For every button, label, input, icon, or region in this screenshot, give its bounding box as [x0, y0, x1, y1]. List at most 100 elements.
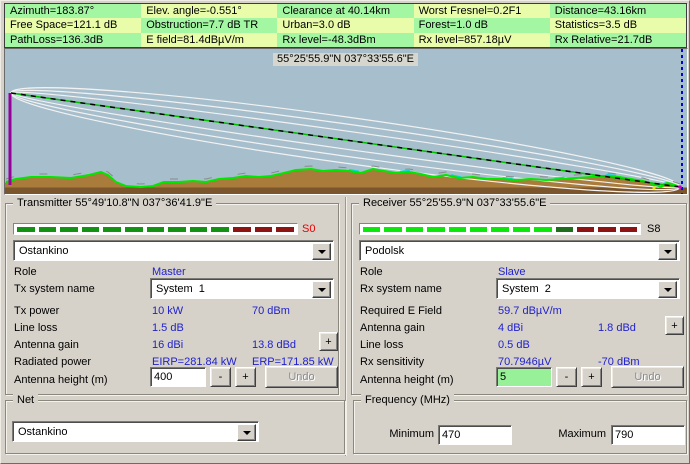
tx-station-value: Ostankino: [19, 245, 69, 257]
rx-sensitivity-label: Rx sensitivity: [360, 356, 424, 369]
chevron-down-icon: [664, 288, 672, 296]
meter-segment: [577, 227, 594, 232]
frequency-max-label: Maximum: [556, 428, 606, 441]
header-cell: Elev. angle=-0.551°: [141, 4, 277, 18]
meter-segment: [168, 227, 186, 232]
tx-lineloss-label: Line loss: [14, 322, 57, 335]
rx-gain-label: Antenna gain: [360, 322, 425, 335]
tx-role-label: Role: [14, 266, 37, 279]
tx-lineloss-value: 1.5 dB: [152, 322, 184, 335]
header-cell: Clearance at 40.14km: [277, 4, 413, 18]
meter-segment: [620, 227, 637, 232]
rx-antenna-pattern-button[interactable]: +: [665, 316, 684, 335]
tx-system-combobox[interactable]: System 1: [150, 278, 334, 299]
marker-yellow-dot: [652, 186, 655, 189]
tx-system-value: System 1: [156, 283, 205, 295]
header-cell: Statistics=3.5 dB: [550, 18, 686, 32]
rx-required-field-label: Required E Field: [360, 305, 442, 318]
rx-gain-dbd: 1.8 dBd: [598, 322, 636, 335]
profile-canvas: [5, 49, 687, 194]
tx-s-unit-label: S0: [302, 223, 315, 235]
tx-height-decrease-button[interactable]: -: [210, 367, 231, 387]
header-cell: Rx level=857.18µV: [414, 33, 550, 47]
tx-undo-button[interactable]: Undo: [265, 366, 338, 388]
cursor-coordinates-label: 55°25'55.9"N 037°33'55.6"E: [273, 53, 418, 66]
header-cell: Azimuth=183.87°: [5, 4, 141, 18]
frequency-min-label: Minimum: [386, 428, 434, 441]
meter-segment: [103, 227, 121, 232]
meter-segment: [211, 227, 229, 232]
rx-system-dropdown-button[interactable]: [658, 281, 677, 298]
meter-segment: [363, 227, 380, 232]
rx-lineloss-label: Line loss: [360, 339, 403, 352]
header-cell: PathLoss=136.3dB: [5, 33, 141, 47]
transmitter-panel-title: Transmitter 55°49'10.8"N 037°36'41.9"E: [13, 197, 216, 210]
meter-segment: [82, 227, 100, 232]
header-cell: Obstruction=7.7 dB TR: [141, 18, 277, 32]
tx-gain-label: Antenna gain: [14, 339, 79, 352]
rx-system-combobox[interactable]: System 2: [496, 278, 680, 299]
rx-system-label: Rx system name: [360, 283, 442, 296]
rx-system-value: System 2: [502, 283, 551, 295]
frequency-min-input[interactable]: [438, 425, 512, 445]
tx-height-input[interactable]: [150, 367, 206, 387]
rx-lineloss-value: 0.5 dB: [498, 339, 530, 352]
chevron-down-icon: [318, 250, 326, 258]
chevron-down-icon: [664, 250, 672, 258]
meter-segment: [406, 227, 423, 232]
rx-height-decrease-button[interactable]: -: [556, 367, 577, 387]
tx-power-dbm: 70 dBm: [252, 305, 290, 318]
link-header-table: Azimuth=183.87°Elev. angle=-0.551°Cleara…: [4, 3, 687, 48]
tx-gain-dbi: 16 dBi: [152, 339, 183, 352]
receiver-panel: Receiver 55°25'55.9"N 037°33'55.6"E S8 P…: [351, 203, 687, 395]
tx-height-label: Antenna height (m): [14, 374, 108, 387]
meter-segment: [470, 227, 487, 232]
tx-system-dropdown-button[interactable]: [312, 281, 331, 298]
rx-height-increase-button[interactable]: +: [581, 367, 602, 387]
header-cell: Rx level=-48.3dBm: [277, 33, 413, 47]
header-cell: E field=81.4dBµV/m: [141, 33, 277, 47]
tx-antenna-pattern-button[interactable]: +: [319, 332, 338, 351]
path-profile-chart[interactable]: 55°25'55.9"N 037°33'55.6"E: [4, 48, 688, 195]
tx-height-increase-button[interactable]: +: [235, 367, 256, 387]
meter-segment: [427, 227, 444, 232]
rx-height-input[interactable]: [496, 367, 552, 387]
header-cell: Free Space=121.1 dB: [5, 18, 141, 32]
meter-segment: [513, 227, 530, 232]
tx-station-dropdown-button[interactable]: [312, 243, 331, 260]
meter-segment: [491, 227, 508, 232]
frequency-panel-title: Frequency (MHz): [361, 394, 454, 407]
frequency-max-input[interactable]: [611, 425, 685, 445]
net-combobox[interactable]: Ostankino: [12, 421, 259, 442]
rx-station-combobox[interactable]: Podolsk: [359, 240, 680, 261]
receiver-panel-title: Receiver 55°25'55.9"N 037°33'55.6"E: [359, 197, 550, 210]
net-value: Ostankino: [18, 426, 68, 438]
meter-segment: [276, 227, 294, 232]
tx-system-label: Tx system name: [14, 283, 95, 296]
meter-segment: [190, 227, 208, 232]
rx-role-label: Role: [360, 266, 383, 279]
rx-gain-dbi: 4 dBi: [498, 322, 523, 335]
rx-s-unit-label: S8: [647, 223, 660, 235]
rx-station-value: Podolsk: [365, 245, 404, 257]
chevron-down-icon: [318, 288, 326, 296]
rx-height-label: Antenna height (m): [360, 374, 454, 387]
meter-segment: [39, 227, 57, 232]
tx-station-combobox[interactable]: Ostankino: [13, 240, 334, 261]
radio-link-window: Azimuth=183.87°Elev. angle=-0.551°Cleara…: [0, 0, 690, 464]
meter-segment: [60, 227, 78, 232]
net-dropdown-button[interactable]: [237, 424, 256, 441]
chevron-down-icon: [243, 431, 251, 439]
transmitter-panel: Transmitter 55°49'10.8"N 037°36'41.9"E S…: [5, 203, 339, 395]
rx-station-dropdown-button[interactable]: [658, 243, 677, 260]
rx-required-field-value: 59.7 dBµV/m: [498, 305, 562, 318]
tx-power-label: Tx power: [14, 305, 59, 318]
meter-segment: [534, 227, 551, 232]
rx-undo-button[interactable]: Undo: [611, 366, 684, 388]
tx-gain-dbd: 13.8 dBd: [252, 339, 296, 352]
header-cell: Distance=43.16km: [550, 4, 686, 18]
header-cell: Forest=1.0 dB: [414, 18, 550, 32]
meter-segment: [556, 227, 573, 232]
meter-segment: [384, 227, 401, 232]
frequency-panel: Frequency (MHz) Minimum Maximum: [353, 400, 687, 454]
